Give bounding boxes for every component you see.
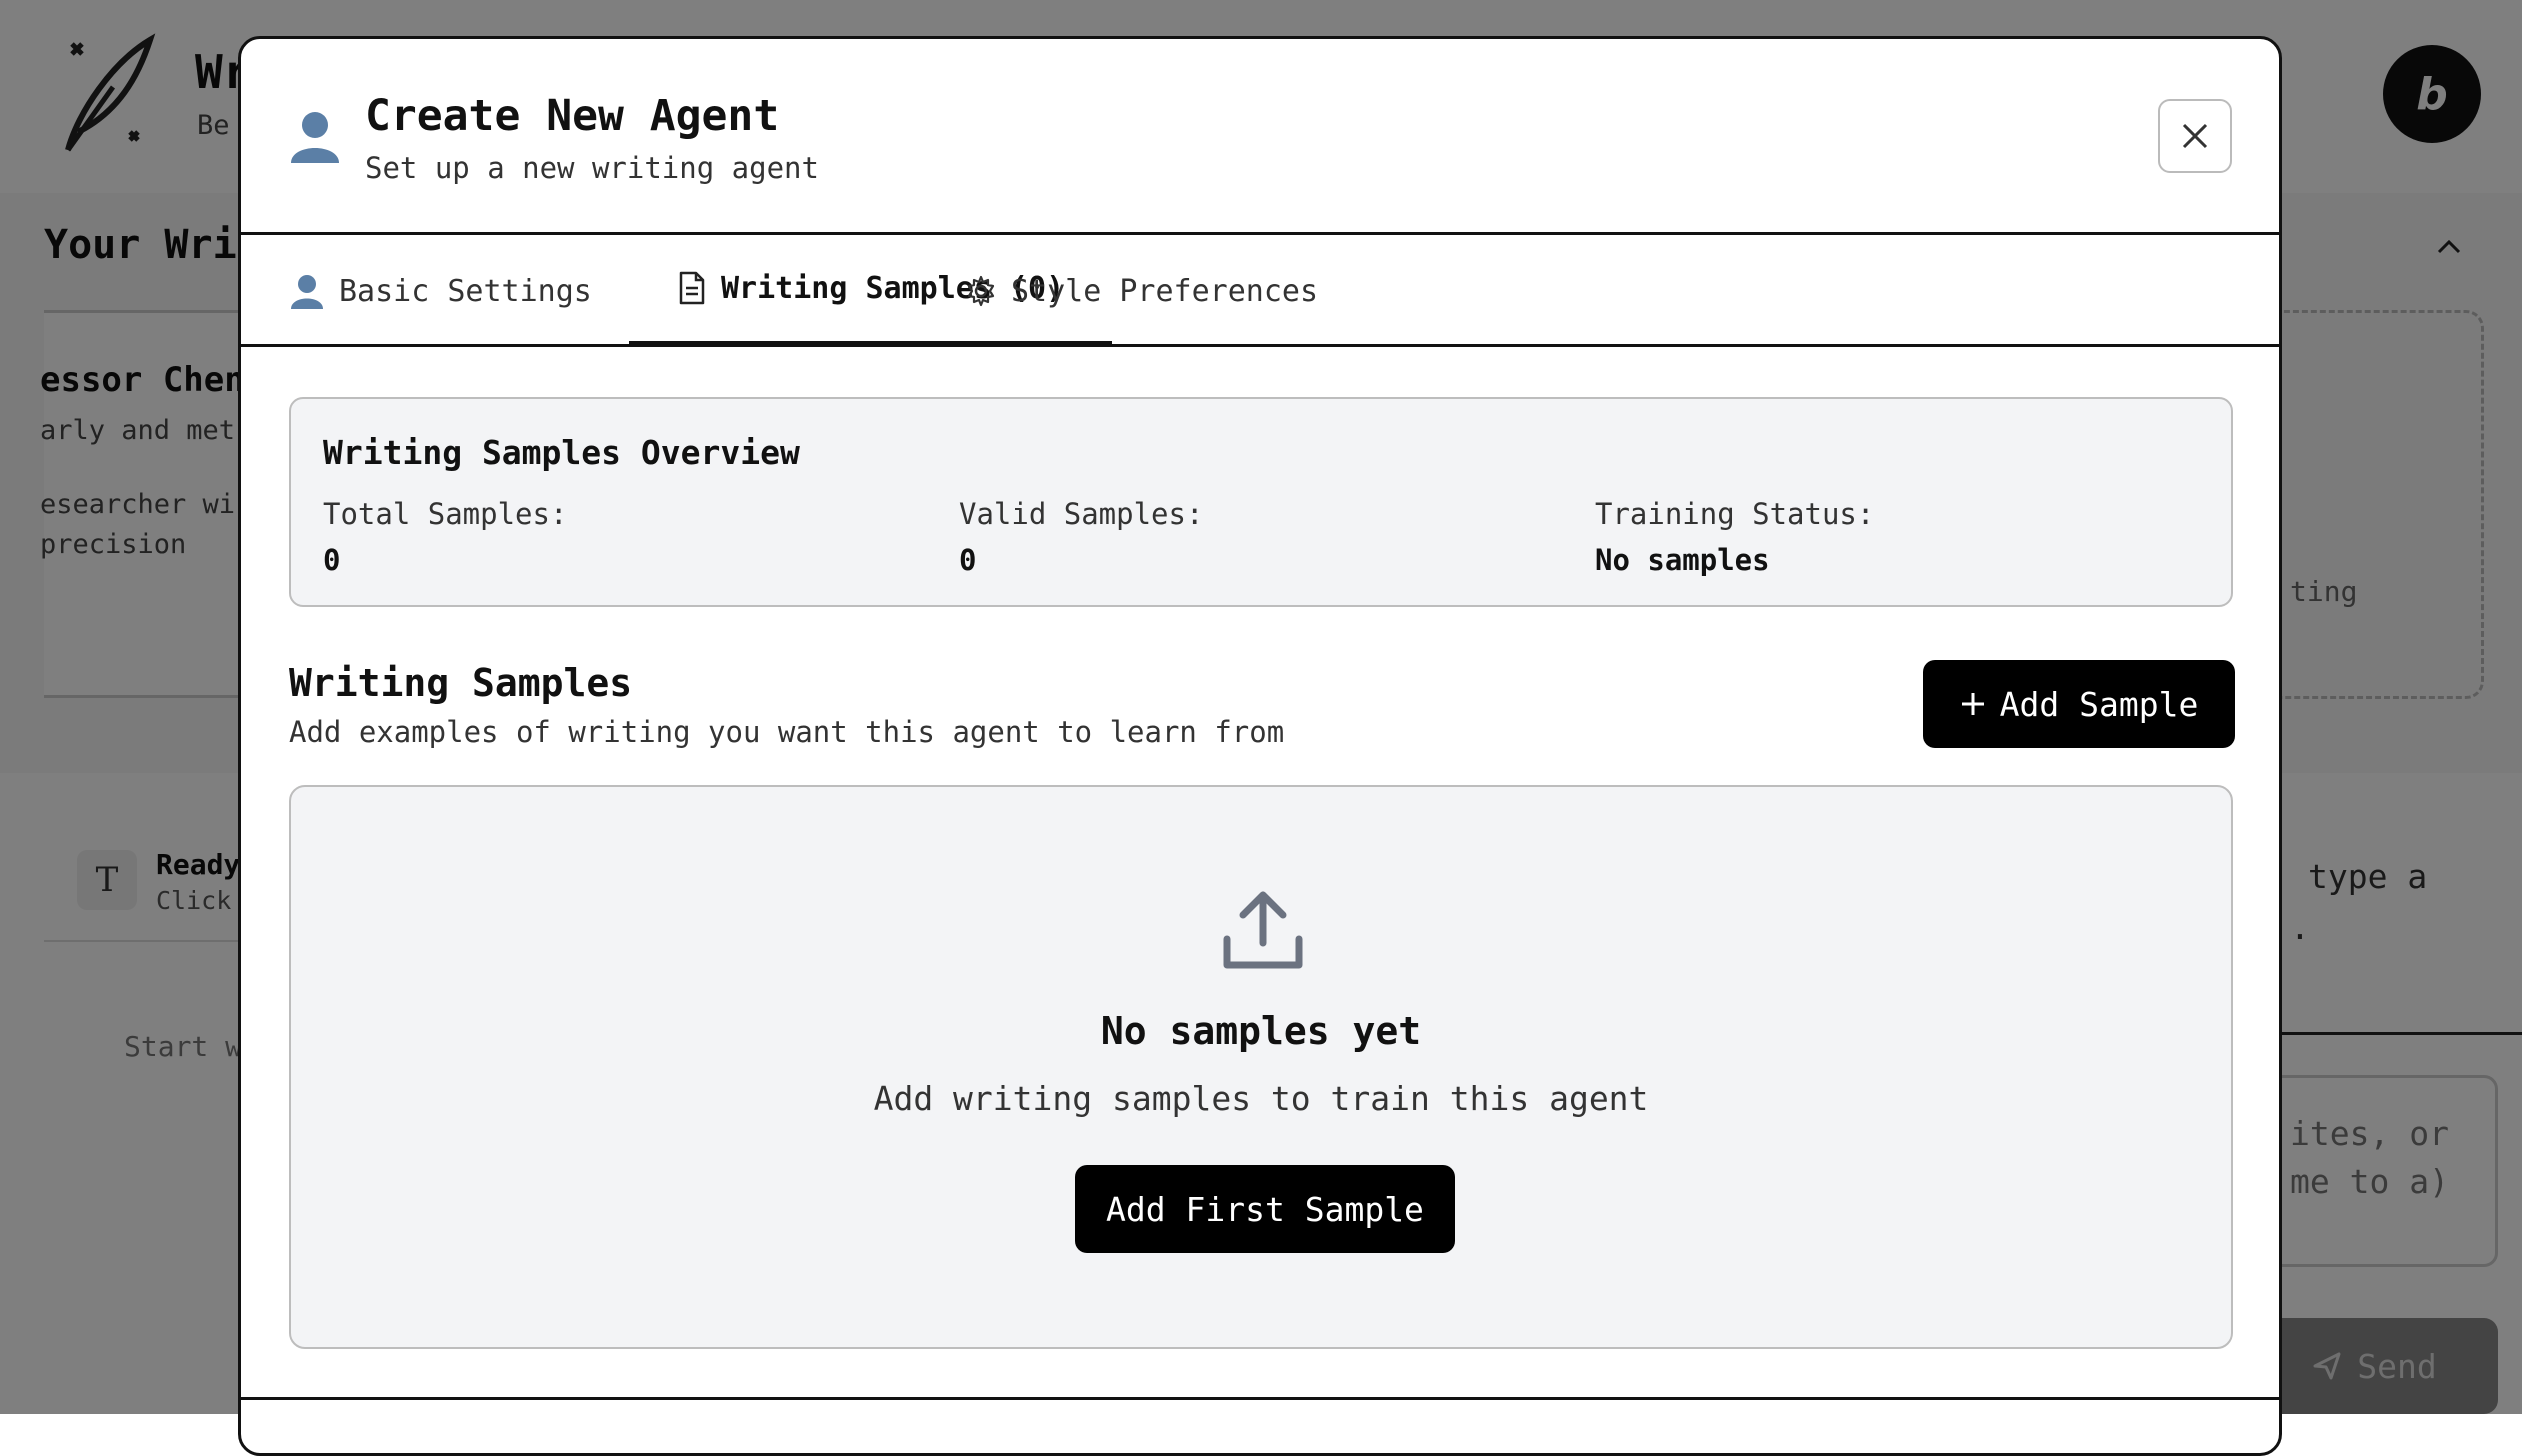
writing-samples-subtitle: Add examples of writing you want this ag…: [289, 715, 1285, 749]
modal-subtitle: Set up a new writing agent: [365, 151, 819, 185]
upload-icon: [1223, 891, 1303, 969]
total-samples-value: 0: [323, 543, 341, 577]
add-sample-button[interactable]: Add Sample: [1923, 660, 2235, 748]
plus-icon: [1961, 693, 1984, 715]
empty-state-subtitle: Add writing samples to train this agent: [873, 1079, 1649, 1118]
valid-samples-value: 0: [959, 543, 977, 577]
modal-tabs: Basic Settings Writing Samples (0) Style…: [241, 235, 2279, 347]
overview-total: Total Samples: 0: [323, 497, 567, 577]
add-first-sample-label: Add First Sample: [1106, 1189, 1424, 1229]
tab-label: Basic Settings: [339, 273, 592, 309]
total-samples-label: Total Samples:: [323, 497, 568, 531]
modal-title: Create New Agent: [365, 91, 780, 141]
modal-header: Create New Agent Set up a new writing ag…: [241, 39, 2279, 235]
samples-empty-state: No samples yet Add writing samples to tr…: [289, 785, 2233, 1349]
overview-valid: Valid Samples: 0: [959, 497, 1203, 577]
user-icon: [291, 112, 339, 163]
close-button[interactable]: [2158, 99, 2232, 173]
samples-overview-panel: Writing Samples Overview Total Samples: …: [289, 397, 2233, 607]
add-first-sample-button[interactable]: Add First Sample: [1075, 1165, 1455, 1253]
add-sample-label: Add Sample: [1999, 684, 2199, 724]
empty-state-title: No samples yet: [1100, 1009, 1422, 1053]
create-agent-modal: Create New Agent Set up a new writing ag…: [238, 36, 2282, 1456]
tab-label: Style Preferences: [1011, 273, 1319, 309]
writing-samples-title: Writing Samples: [289, 661, 633, 705]
modal-footer-divider: [241, 1397, 2279, 1400]
valid-samples-label: Valid Samples:: [959, 497, 1204, 531]
tab-style-preferences[interactable]: Style Preferences: [917, 235, 1366, 347]
close-icon: [2182, 123, 2208, 149]
training-status-label: Training Status:: [1595, 497, 1875, 531]
gear-icon: [967, 275, 995, 307]
training-status-value: No samples: [1595, 543, 1770, 577]
user-icon: [291, 275, 323, 309]
tab-basic-settings[interactable]: Basic Settings: [241, 235, 640, 347]
document-icon: [679, 271, 705, 305]
overview-title: Writing Samples Overview: [323, 433, 800, 472]
overview-status: Training Status: No samples: [1595, 497, 1874, 577]
